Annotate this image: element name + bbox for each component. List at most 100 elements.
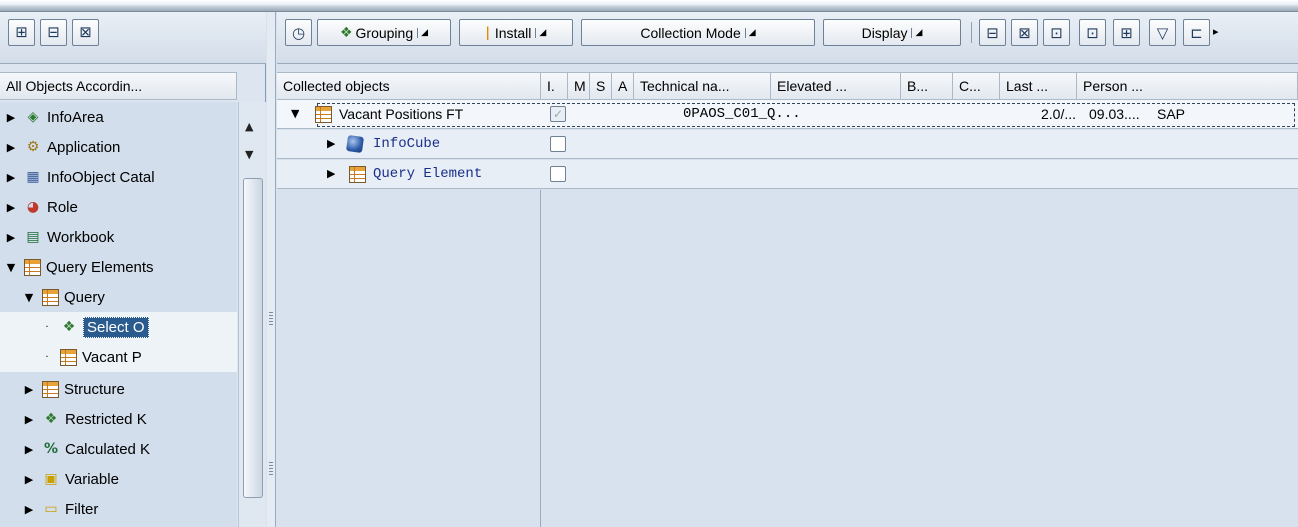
calculated-key-figure-icon: % <box>43 441 59 457</box>
find-next-icon: ⊠ <box>79 23 92 41</box>
tree-item-infoobject-catalog[interactable]: ▶ ▦ InfoObject Catal <box>0 162 237 192</box>
leaf-dot: · <box>45 351 49 363</box>
scroll-thumb[interactable] <box>243 178 263 498</box>
tree-item-label: Filter <box>65 500 99 518</box>
tree-item-calculated-key-figure[interactable]: ▶ % Calculated K <box>0 434 237 464</box>
column-collected-objects[interactable]: Collected objects <box>277 73 541 101</box>
table-row[interactable]: ▼ Vacant Positions FT ✓ 0PAOS_C01_Q... 2… <box>277 100 1298 129</box>
column-c[interactable]: C... <box>953 73 1000 101</box>
tree-item-vacant-positions[interactable]: · Vacant P <box>0 342 237 372</box>
expand-icon[interactable]: ▶ <box>22 473 36 486</box>
column-person[interactable]: Person ... <box>1077 73 1298 101</box>
tree-scrollbar[interactable]: ▲ ▼ <box>238 102 266 527</box>
collapse-icon[interactable]: ▼ <box>4 261 18 274</box>
application-icon: ⚙ <box>26 139 40 155</box>
left-toolbar: ⊞ ⊟ ⊠ <box>0 12 266 64</box>
tree-item-infoarea[interactable]: ▶ ◈ InfoArea <box>0 102 237 132</box>
tree-column-header[interactable]: All Objects Accordin... <box>0 72 237 100</box>
tree-item-label: Role <box>47 198 78 216</box>
expand-icon[interactable]: ▶ <box>327 160 335 189</box>
column-a[interactable]: A <box>612 73 634 101</box>
pane-splitter[interactable] <box>267 12 276 527</box>
last-changed-cell: 09.03.... <box>1089 106 1140 122</box>
tree-item-workbook[interactable]: ▶ ▤ Workbook <box>0 222 237 252</box>
expand-icon[interactable]: ▶ <box>4 171 18 184</box>
hierarchy-button[interactable]: ⊞ <box>8 19 35 46</box>
expand-icon[interactable]: ▶ <box>22 503 36 516</box>
tree-item-filter[interactable]: ▶ ▭ Filter <box>0 494 237 524</box>
install-checkbox[interactable] <box>550 166 566 182</box>
tree-item-label: Workbook <box>47 228 115 246</box>
expand-icon[interactable]: ▶ <box>327 130 335 159</box>
find-button[interactable]: ⊟ <box>979 19 1006 46</box>
column-last[interactable]: Last ... <box>1000 73 1077 101</box>
display-button[interactable]: Display ◢ <box>823 19 961 46</box>
filter-button[interactable]: ▽ <box>1149 19 1176 46</box>
window-title-strip <box>0 0 1298 12</box>
expand-icon[interactable]: ▶ <box>4 201 18 214</box>
collapse-icon[interactable]: ▼ <box>22 291 36 304</box>
table-row[interactable]: ▶ Query Element <box>277 160 1298 189</box>
folder-icon: ▭ <box>44 501 58 517</box>
splitter-grip[interactable] <box>269 462 273 476</box>
expand-icon[interactable]: ▶ <box>22 383 36 396</box>
tree-item-query-elements[interactable]: ▼ Query Elements <box>0 252 237 282</box>
tree-item-label: Query Elements <box>46 258 154 276</box>
install-checkbox[interactable]: ✓ <box>550 106 566 122</box>
column-m[interactable]: M <box>568 73 590 101</box>
find-icon: ⊟ <box>986 23 999 42</box>
install-checkbox[interactable] <box>550 136 566 152</box>
tree-item-label: Restricted K <box>65 410 147 428</box>
dropdown-icon[interactable]: ◢ <box>417 27 428 38</box>
tree-item-restricted-key-figure[interactable]: ▶ ❖ Restricted K <box>0 404 237 434</box>
query-elements-icon <box>349 166 366 183</box>
expand-icon[interactable]: ▶ <box>4 141 18 154</box>
transfer-all-icon: ⊡ <box>1086 23 1099 42</box>
splitter-grip[interactable] <box>269 312 273 326</box>
column-b[interactable]: B... <box>901 73 953 101</box>
tree-item-role[interactable]: ▶ ◕ Role <box>0 192 237 222</box>
column-install[interactable]: I. <box>541 73 568 101</box>
expand-icon[interactable]: ▶ <box>22 413 36 426</box>
find-next-button[interactable]: ⊠ <box>1011 19 1038 46</box>
tree-item-select-option[interactable]: · ❖ Select O <box>0 312 237 342</box>
table-row[interactable]: ▶ InfoCube <box>277 130 1298 159</box>
install-button[interactable]: ǀ Install ◢ <box>459 19 573 46</box>
expand-icon[interactable]: ▶ <box>4 231 18 244</box>
layout-button[interactable]: ⊏ <box>1183 19 1210 46</box>
collection-mode-button[interactable]: Collection Mode ◢ <box>581 19 815 46</box>
column-s[interactable]: S <box>590 73 612 101</box>
expand-icon[interactable]: ▶ <box>22 443 36 456</box>
scroll-up-icon[interactable]: ▲ <box>245 120 253 133</box>
restricted-key-figure-icon: ❖ <box>44 411 58 427</box>
scroll-down-icon[interactable]: ▼ <box>245 148 253 161</box>
right-toolbar: ◷ ❖ Grouping ◢ ǀ Install ◢ Collection Mo… <box>277 12 1298 64</box>
dropdown-icon[interactable]: ◢ <box>535 27 546 38</box>
grouping-button[interactable]: ❖ Grouping ◢ <box>317 19 451 46</box>
dropdown-icon[interactable]: ◢ <box>744 27 756 38</box>
transfer-button[interactable]: ⊡ <box>1043 19 1070 46</box>
tree-item-label: Vacant P <box>82 348 142 366</box>
query-icon <box>42 288 59 306</box>
column-elevated[interactable]: Elevated ... <box>771 73 901 101</box>
find-next-button[interactable]: ⊠ <box>72 19 99 46</box>
tree-item-query[interactable]: ▼ Query <box>0 282 237 312</box>
expand-all-button[interactable]: ⊞ <box>1113 19 1140 46</box>
transfer-all-button[interactable]: ⊡ <box>1079 19 1106 46</box>
column-technical-name[interactable]: Technical na... <box>634 73 771 101</box>
tree-item-label: Structure <box>64 380 125 398</box>
infocube-icon <box>345 134 365 154</box>
dropdown-icon[interactable]: ◢ <box>911 27 922 38</box>
expand-icon[interactable]: ▶ <box>4 111 18 124</box>
tree-item-label: Select O <box>83 316 149 338</box>
clock-icon: ◷ <box>291 23 306 42</box>
history-button[interactable]: ◷ <box>285 19 312 46</box>
display-label: Display <box>861 24 908 41</box>
tree-item-application[interactable]: ▶ ⚙ Application <box>0 132 237 162</box>
more-icon[interactable]: ▸ <box>1213 25 1219 38</box>
tree-item-variable[interactable]: ▶ ▣ Variable <box>0 464 237 494</box>
tree-item-structure[interactable]: ▶ Structure <box>0 374 237 404</box>
find-button[interactable]: ⊟ <box>40 19 67 46</box>
vacant-positions-icon <box>60 348 77 366</box>
collapse-icon[interactable]: ▼ <box>291 100 299 129</box>
